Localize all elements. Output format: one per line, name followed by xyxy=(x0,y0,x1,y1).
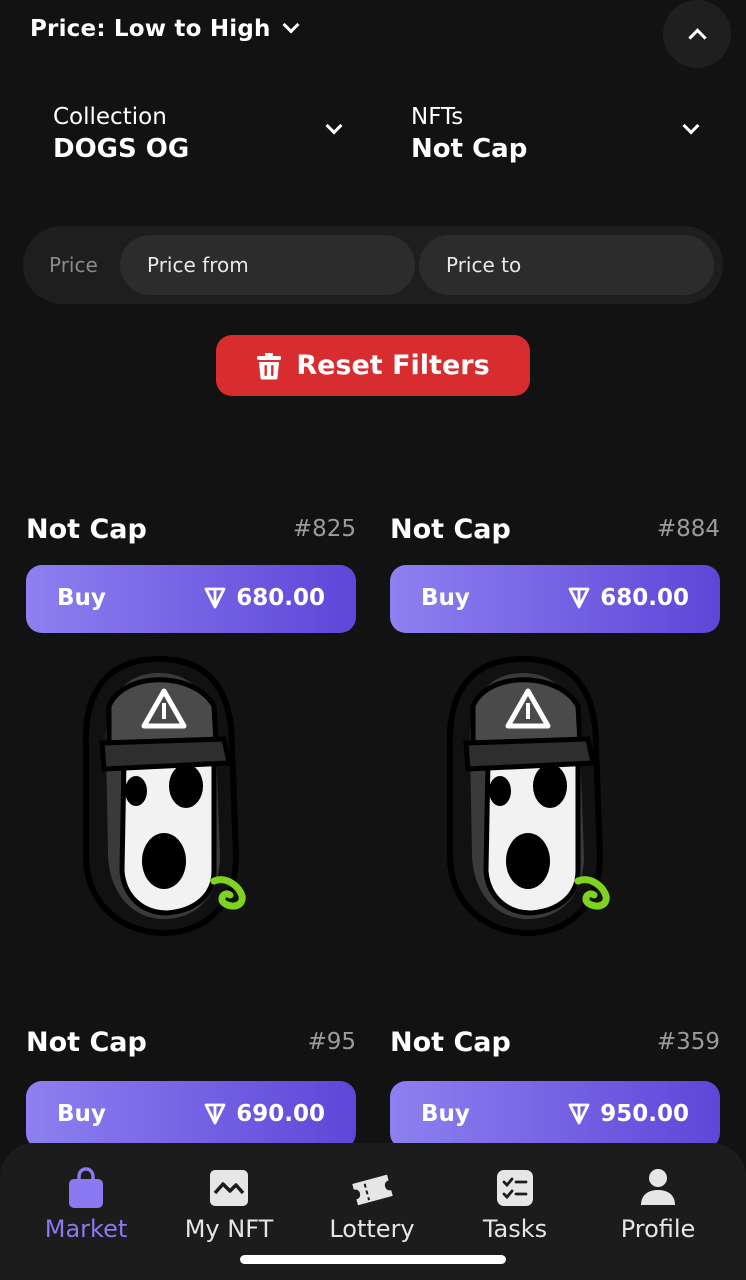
nav-item-tasks[interactable]: Tasks xyxy=(445,1167,585,1243)
nav-item-my-nft[interactable]: My NFT xyxy=(159,1167,299,1243)
nav-label: My NFT xyxy=(184,1215,274,1243)
nav-label: Profile xyxy=(620,1215,696,1243)
nft-number: #95 xyxy=(307,1029,356,1055)
nft-number: #884 xyxy=(656,516,720,542)
nft-name: Not Cap xyxy=(390,514,511,545)
collection-value: DOGS OG xyxy=(53,134,190,164)
nav-label: Tasks xyxy=(482,1215,548,1243)
home-indicator xyxy=(240,1255,506,1264)
chevron-up-icon xyxy=(687,27,707,47)
price-range-filter: Price xyxy=(23,226,723,304)
price-value: 680.00 xyxy=(236,585,325,611)
ton-icon xyxy=(204,1103,226,1125)
buy-label: Buy xyxy=(57,1101,106,1127)
nft-name: Not Cap xyxy=(26,1027,147,1058)
buy-button[interactable]: Buy 680.00 xyxy=(390,565,720,633)
nft-number: #359 xyxy=(656,1029,720,1055)
nav-item-market[interactable]: Market xyxy=(16,1167,156,1243)
price-value: 680.00 xyxy=(600,585,689,611)
nft-name: Not Cap xyxy=(390,1027,511,1058)
nfts-value: Not Cap xyxy=(411,134,528,164)
nft-image[interactable] xyxy=(64,651,254,941)
ton-icon xyxy=(568,587,590,609)
buy-price: 680.00 xyxy=(568,585,689,611)
buy-price: 680.00 xyxy=(204,585,325,611)
nft-card[interactable]: Not Cap #95 Buy 690.00 xyxy=(26,1027,356,1149)
card-header: Not Cap #359 xyxy=(390,1027,720,1067)
nft-name: Not Cap xyxy=(26,514,147,545)
ton-icon xyxy=(568,1103,590,1125)
collection-label: Collection xyxy=(53,104,167,130)
price-to-input[interactable] xyxy=(419,235,714,295)
shopping-bag-icon xyxy=(69,1167,103,1208)
card-header: Not Cap #95 xyxy=(26,1027,356,1067)
price-from-input[interactable] xyxy=(120,235,415,295)
buy-label: Buy xyxy=(421,1101,470,1127)
price-value: 950.00 xyxy=(600,1101,689,1127)
nft-card[interactable]: Not Cap #359 Buy 950.00 xyxy=(390,1027,720,1149)
collapse-filters-button[interactable] xyxy=(663,0,731,68)
reset-filters-button[interactable]: Reset Filters xyxy=(216,335,530,396)
ton-icon xyxy=(204,587,226,609)
nfts-dropdown[interactable]: NFTs Not Cap xyxy=(411,104,711,174)
chevron-down-icon xyxy=(282,16,300,34)
checklist-icon xyxy=(497,1170,533,1206)
top-bar: Price: Low to High xyxy=(0,0,746,68)
price-value: 690.00 xyxy=(236,1101,325,1127)
card-header: Not Cap #825 xyxy=(26,514,356,554)
collection-dropdown[interactable]: Collection DOGS OG xyxy=(53,104,353,174)
buy-button[interactable]: Buy 950.00 xyxy=(390,1081,720,1149)
buy-button[interactable]: Buy 690.00 xyxy=(26,1081,356,1149)
sort-label: Price: Low to High xyxy=(30,16,271,42)
buy-button[interactable]: Buy 680.00 xyxy=(26,565,356,633)
buy-price: 690.00 xyxy=(204,1101,325,1127)
nfts-label: NFTs xyxy=(411,104,464,130)
image-icon xyxy=(210,1170,248,1206)
sort-dropdown[interactable]: Price: Low to High xyxy=(30,16,300,42)
nft-image[interactable] xyxy=(428,651,618,941)
reset-filters-label: Reset Filters xyxy=(296,350,490,381)
buy-label: Buy xyxy=(57,585,106,611)
nft-card[interactable]: Not Cap #884 Buy 680.00 xyxy=(390,514,720,944)
price-caption: Price xyxy=(49,253,98,277)
nav-label: Market xyxy=(44,1215,128,1243)
nav-item-lottery[interactable]: Lottery xyxy=(302,1167,442,1243)
buy-label: Buy xyxy=(421,585,470,611)
buy-price: 950.00 xyxy=(568,1101,689,1127)
card-header: Not Cap #884 xyxy=(390,514,720,554)
trash-icon xyxy=(257,352,282,379)
person-icon xyxy=(641,1169,675,1205)
ticket-icon xyxy=(352,1174,393,1206)
nav-label: Lottery xyxy=(329,1215,415,1243)
nft-card[interactable]: Not Cap #825 Buy 680.00 xyxy=(26,514,356,944)
nav-item-profile[interactable]: Profile xyxy=(588,1167,728,1243)
nft-number: #825 xyxy=(292,516,356,542)
